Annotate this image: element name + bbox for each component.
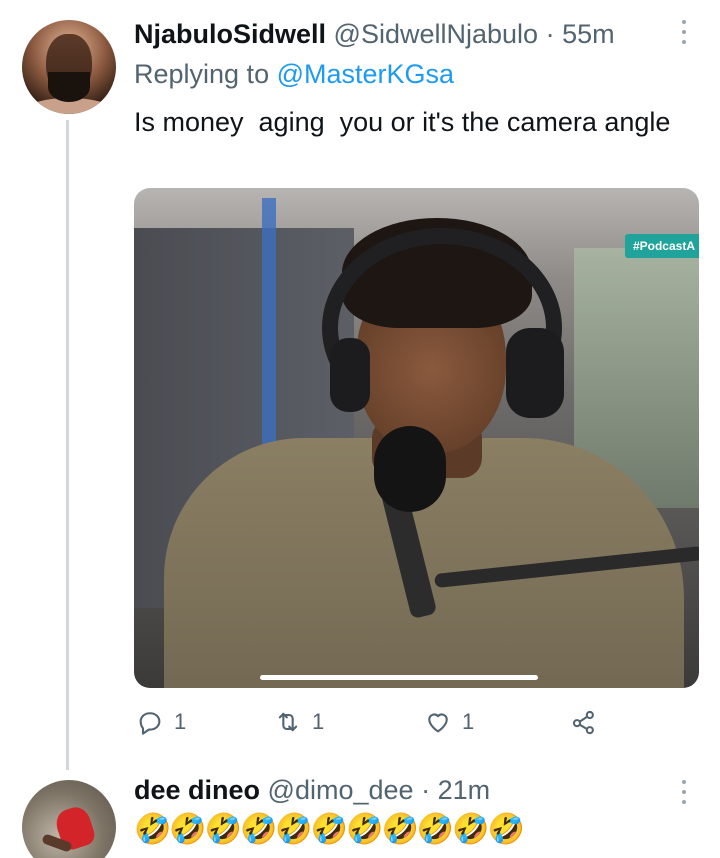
media-microphone (374, 426, 446, 512)
media-headphones-left (330, 338, 370, 412)
media-background-pole (262, 198, 276, 478)
separator-dot: · (545, 19, 555, 49)
tweet-action-bar: 1 1 1 (134, 702, 604, 742)
retweet-icon (278, 712, 298, 732)
tweet-timestamp[interactable]: 55m (562, 19, 615, 49)
author-avatar[interactable] (22, 20, 116, 114)
retweet-count: 1 (312, 709, 325, 734)
replying-mention-link[interactable]: @MasterKGsa (277, 59, 454, 89)
share-icon (572, 710, 594, 735)
reply-separator-dot: · (421, 775, 431, 805)
media-headphones-right (506, 328, 564, 418)
reply-author-avatar[interactable] (22, 780, 116, 858)
reply-text: 🤣🤣🤣🤣🤣🤣🤣🤣🤣🤣🤣 (134, 812, 525, 847)
reply-timestamp[interactable]: 21m (438, 775, 491, 805)
reply-author-handle[interactable]: @dimo_dee (268, 775, 414, 805)
tweet-text: Is money aging you or it's the camera an… (134, 107, 671, 137)
more-vertical-icon[interactable] (680, 780, 688, 804)
reply-count: 1 (174, 709, 187, 734)
heart-icon (428, 713, 448, 733)
like-button[interactable]: 1 (424, 702, 474, 742)
retweet-button[interactable]: 1 (274, 702, 324, 742)
more-vertical-icon[interactable] (680, 20, 688, 44)
like-count: 1 (462, 709, 475, 734)
thread-connector-line (66, 120, 69, 770)
author-handle[interactable]: @SidwellNjabulo (334, 19, 539, 49)
reply-header: dee dineo @dimo_dee · 21m (134, 774, 490, 806)
tweet-media-video[interactable]: #PodcastA (134, 188, 699, 688)
share-button[interactable] (570, 702, 598, 742)
tweet-header: NjabuloSidwell @SidwellNjabulo · 55m (134, 18, 615, 50)
video-progress-bar[interactable] (260, 675, 538, 680)
avatar-beard (48, 72, 90, 102)
replying-to-line: Replying to @MasterKGsa (134, 58, 454, 90)
author-name[interactable]: NjabuloSidwell (134, 19, 326, 49)
reply-button[interactable]: 1 (136, 702, 186, 742)
media-hashtag-overlay: #PodcastA (624, 234, 699, 258)
reply-author-name[interactable]: dee dineo (134, 775, 260, 805)
reply-bubble-icon (139, 712, 161, 735)
replying-prefix: Replying to (134, 59, 270, 89)
